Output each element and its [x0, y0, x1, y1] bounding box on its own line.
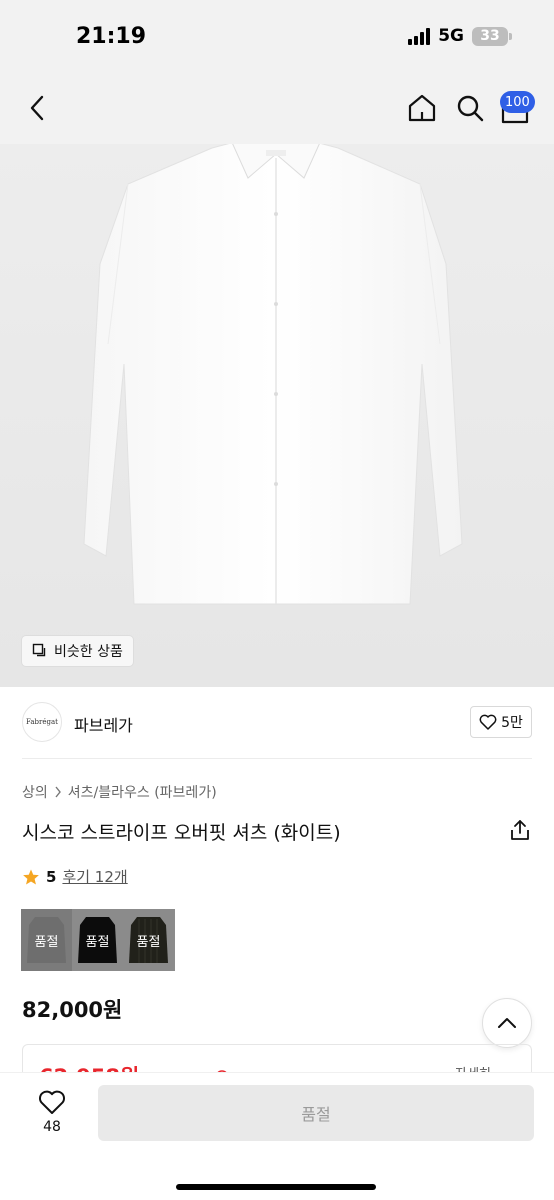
divider	[22, 758, 532, 759]
review-count-link[interactable]: 후기 12개	[62, 866, 127, 887]
home-icon[interactable]	[406, 92, 438, 124]
battery-level: 33	[480, 28, 500, 44]
soldout-overlay: 품절	[72, 909, 123, 971]
home-indicator	[176, 1184, 376, 1190]
soldout-overlay: 품절	[21, 909, 72, 971]
cart-count-badge: 100	[500, 91, 535, 113]
soldout-overlay: 품절	[123, 909, 174, 971]
shirt-image	[83, 144, 463, 605]
back-arrow-icon[interactable]	[22, 92, 54, 124]
color-options: 품절 품절 품절	[21, 909, 175, 971]
brand-name[interactable]: 파브레가	[74, 712, 133, 736]
color-option-gray[interactable]: 품절	[21, 909, 72, 971]
similar-icon	[32, 643, 46, 657]
soldout-purchase-button[interactable]: 품절	[98, 1085, 534, 1141]
heart-outline-icon	[479, 714, 497, 730]
chevron-up-icon	[498, 1018, 516, 1028]
bottom-action-bar: 48 품절	[0, 1072, 554, 1200]
search-icon[interactable]	[454, 92, 486, 124]
breadcrumb-level-2[interactable]: 셔츠/블라우스 (파브레가)	[68, 782, 217, 802]
breadcrumb-level-1[interactable]: 상의	[22, 782, 48, 802]
status-bar: 21:19 5G 33	[0, 0, 554, 72]
chevron-right-icon	[55, 786, 61, 798]
battery-icon: 33	[472, 26, 512, 46]
rating-row: 5 후기 12개	[22, 866, 128, 887]
color-option-stripe[interactable]: 품절	[123, 909, 174, 971]
brand-logo-text: Fabrégat	[26, 718, 58, 726]
product-title: 시스코 스트라이프 오버핏 셔츠 (화이트)	[22, 822, 341, 844]
star-icon	[23, 869, 39, 884]
share-icon[interactable]	[508, 818, 532, 842]
network-type: 5G	[438, 26, 464, 46]
scroll-to-top-button[interactable]	[482, 998, 532, 1048]
rating-value: 5	[46, 867, 57, 886]
nav-bar	[0, 72, 554, 144]
wishlist-button[interactable]: 48	[30, 1089, 74, 1135]
brand-row: Fabrégat 파브레가 5만	[0, 700, 554, 748]
status-indicators: 5G 33	[408, 26, 512, 46]
wishlist-count: 48	[43, 1119, 61, 1135]
status-time: 21:19	[76, 24, 147, 49]
product-image[interactable]	[0, 144, 554, 687]
heart-outline-icon	[39, 1090, 65, 1114]
similar-products-button[interactable]: 비슷한 상품	[22, 636, 133, 666]
product-price: 82,000원	[22, 998, 123, 1022]
color-option-black[interactable]: 품절	[72, 909, 123, 971]
brand-like-count: 5만	[501, 715, 523, 731]
brand-like-button[interactable]: 5만	[470, 706, 532, 738]
similar-products-label: 비슷한 상품	[54, 644, 123, 660]
signal-icon	[408, 27, 431, 45]
breadcrumb: 상의 셔츠/블라우스 (파브레가)	[22, 782, 217, 802]
brand-logo[interactable]: Fabrégat	[22, 702, 62, 742]
